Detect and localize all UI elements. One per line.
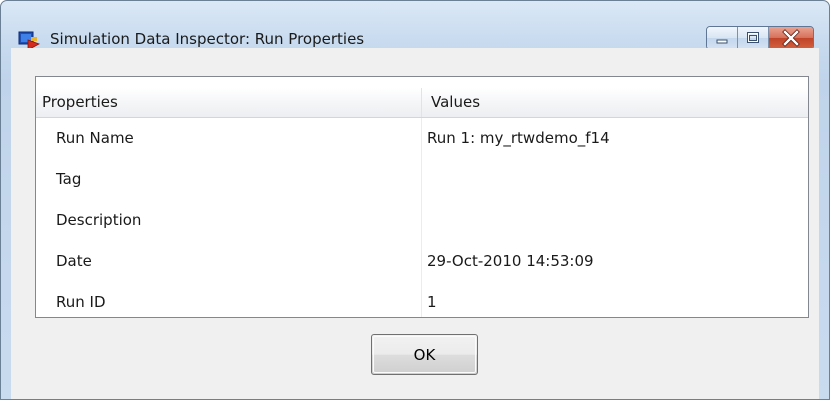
table-body: Run Name Run 1: my_rtwdemo_f14 Tag Descr… — [36, 118, 808, 323]
table-row[interactable]: Tag — [36, 159, 808, 200]
close-button[interactable] — [769, 27, 813, 49]
column-header-values[interactable]: Values — [431, 88, 480, 117]
close-icon — [782, 29, 800, 47]
property-name: Date — [56, 252, 92, 270]
dialog-window: Simulation Data Inspector: Run Propertie… — [0, 0, 830, 400]
property-name: Run ID — [56, 293, 106, 311]
table-row[interactable]: Run ID 1 — [36, 282, 808, 323]
table-row[interactable]: Description — [36, 200, 808, 241]
maximize-button[interactable] — [738, 27, 769, 49]
maximize-icon — [747, 32, 759, 43]
property-name: Tag — [56, 170, 82, 188]
minimize-icon — [716, 39, 728, 44]
ok-button[interactable]: OK — [371, 334, 478, 375]
run-properties-table: Properties Values Run Name Run 1: my_rtw… — [35, 76, 809, 318]
table-row[interactable]: Run Name Run 1: my_rtwdemo_f14 — [36, 118, 808, 159]
property-value: 29-Oct-2010 14:53:09 — [427, 252, 594, 270]
property-value: Run 1: my_rtwdemo_f14 — [427, 129, 610, 147]
property-name: Description — [56, 211, 142, 229]
property-value: 1 — [427, 293, 437, 311]
table-row[interactable]: Date 29-Oct-2010 14:53:09 — [36, 241, 808, 282]
table-header: Properties Values — [36, 88, 808, 118]
minimize-button[interactable] — [707, 27, 738, 49]
title-bar[interactable]: Simulation Data Inspector: Run Propertie… — [1, 1, 829, 51]
dialog-content: Properties Values Run Name Run 1: my_rtw… — [11, 48, 819, 399]
column-header-properties[interactable]: Properties — [42, 88, 118, 117]
window-title: Simulation Data Inspector: Run Propertie… — [50, 30, 365, 48]
column-divider[interactable] — [421, 88, 422, 117]
property-name: Run Name — [56, 129, 134, 147]
window-controls — [706, 26, 814, 50]
